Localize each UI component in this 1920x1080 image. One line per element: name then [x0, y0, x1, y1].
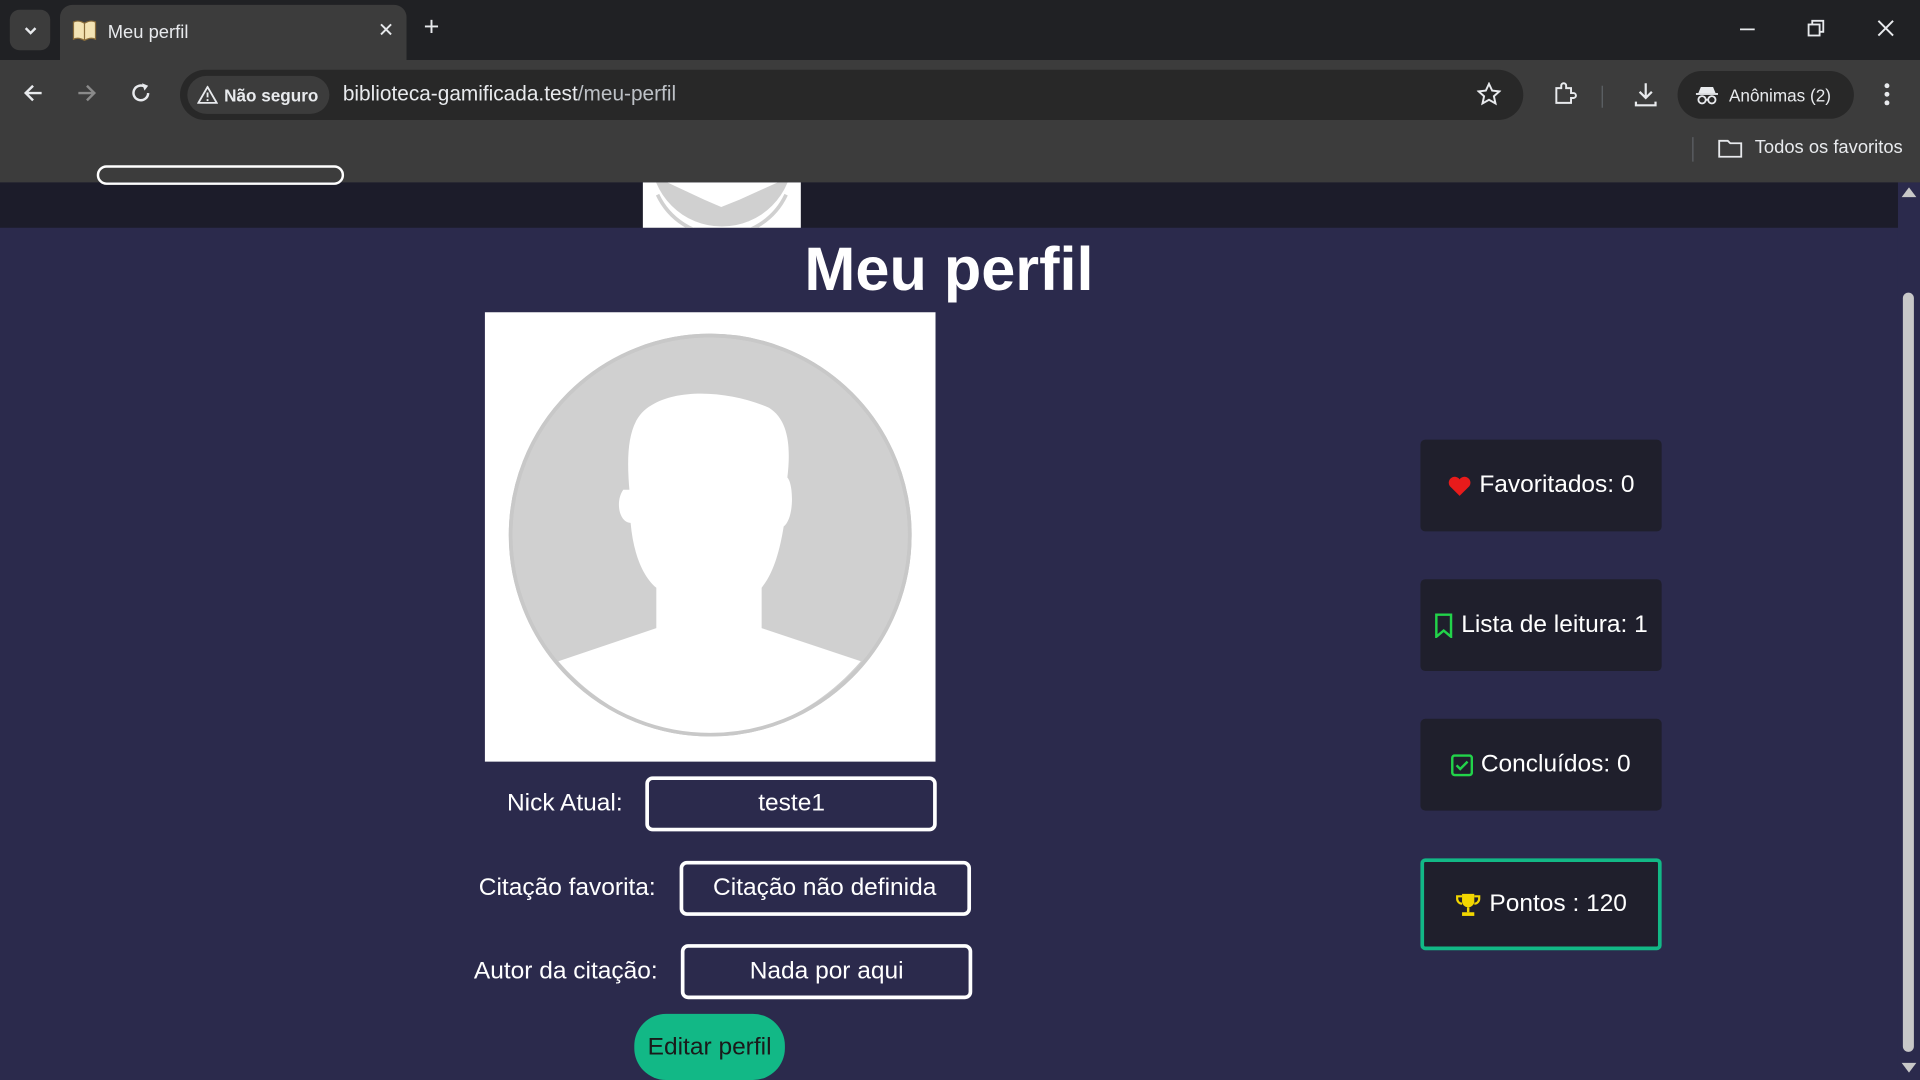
completed-label: Concluídos: 0 — [1480, 750, 1631, 778]
window-close-icon[interactable] — [1876, 15, 1896, 44]
minimize-icon[interactable] — [1739, 15, 1756, 44]
quote-field: Citação não definida — [679, 860, 971, 916]
security-chip[interactable]: Não seguro — [187, 75, 330, 114]
nick-label: Nick Atual: — [506, 789, 623, 817]
trophy-icon — [1456, 893, 1481, 916]
chevron-down-icon — [24, 26, 36, 35]
back-icon[interactable] — [21, 81, 45, 105]
page-scrollbar[interactable] — [1897, 182, 1920, 1080]
nick-row: Nick Atual: teste1 — [506, 776, 938, 832]
user-silhouette-icon — [655, 182, 788, 228]
completed-stat[interactable]: Concluídos: 0 — [1420, 718, 1662, 811]
check-square-icon — [1451, 753, 1474, 776]
toolbar-divider — [1601, 85, 1603, 108]
reload-icon[interactable] — [129, 81, 153, 105]
site-header — [0, 165, 1898, 228]
browser-toolbar: Não seguro biblioteca-gamificada.test/me… — [0, 60, 1920, 183]
url-path: /meu-perfil — [577, 82, 677, 106]
folder-icon — [1718, 139, 1743, 158]
incognito-profile-button[interactable]: Anônimas (2) — [1677, 71, 1854, 119]
book-icon — [72, 20, 97, 42]
new-tab-button[interactable]: + — [424, 13, 440, 40]
heart-icon — [1448, 476, 1471, 496]
all-bookmarks-button[interactable]: Todos os favoritos — [1718, 137, 1903, 158]
warning-icon — [197, 85, 218, 104]
author-row: Autor da citação: Nada por aqui — [473, 944, 973, 1000]
edit-profile-button[interactable]: Editar perfil — [634, 1013, 785, 1080]
points-label: Pontos : 120 — [1489, 890, 1627, 918]
points-stat[interactable]: Pontos : 120 — [1420, 858, 1662, 951]
star-icon[interactable] — [1476, 82, 1502, 106]
security-label: Não seguro — [224, 85, 319, 105]
user-silhouette-icon — [508, 333, 912, 737]
scroll-down-arrow[interactable] — [1901, 1062, 1917, 1073]
download-icon[interactable] — [1632, 81, 1659, 108]
tab-search-button[interactable] — [9, 9, 51, 51]
reading-list-label: Lista de leitura: 1 — [1461, 611, 1648, 638]
quote-row: Citação favorita: Citação não definida — [478, 860, 971, 916]
tab-title: Meu perfil — [107, 22, 189, 43]
bookmarks-divider — [1692, 137, 1694, 162]
author-label: Autor da citação: — [473, 957, 658, 985]
page-content: Meu perfil Nick Atual: teste1 Citação fa… — [0, 165, 1898, 1080]
all-bookmarks-label: Todos os favoritos — [1754, 137, 1903, 158]
restore-icon[interactable] — [1807, 15, 1825, 44]
reading-list-stat[interactable]: Lista de leitura: 1 — [1420, 579, 1662, 672]
header-search-input[interactable] — [96, 165, 345, 185]
author-field: Nada por aqui — [680, 944, 973, 1000]
header-avatar[interactable] — [642, 182, 801, 228]
favorites-stat[interactable]: Favoritados: 0 — [1420, 439, 1662, 532]
favorites-label: Favoritados: 0 — [1479, 471, 1635, 499]
incognito-icon — [1695, 86, 1718, 104]
extensions-icon[interactable] — [1551, 81, 1578, 108]
url-host: biblioteca-gamificada.test — [342, 82, 578, 106]
bookmark-icon — [1435, 612, 1453, 638]
profile-avatar — [484, 312, 936, 762]
menu-icon[interactable] — [1875, 81, 1899, 108]
nick-field: teste1 — [645, 776, 938, 832]
scroll-up-arrow[interactable] — [1901, 187, 1917, 198]
close-icon[interactable]: ✕ — [378, 18, 394, 42]
address-bar[interactable]: Não seguro biblioteca-gamificada.test/me… — [180, 69, 1524, 121]
url-text[interactable]: biblioteca-gamificada.test/meu-perfil — [343, 82, 676, 106]
active-tab[interactable]: Meu perfil ✕ — [60, 4, 407, 61]
profile-label: Anônimas (2) — [1728, 85, 1831, 105]
scrollbar-thumb[interactable] — [1902, 292, 1914, 1052]
page-title: Meu perfil — [804, 235, 1094, 304]
quote-label: Citação favorita: — [478, 874, 656, 902]
forward-icon[interactable] — [75, 81, 99, 105]
tab-bar: Meu perfil ✕ + — [0, 0, 1920, 61]
